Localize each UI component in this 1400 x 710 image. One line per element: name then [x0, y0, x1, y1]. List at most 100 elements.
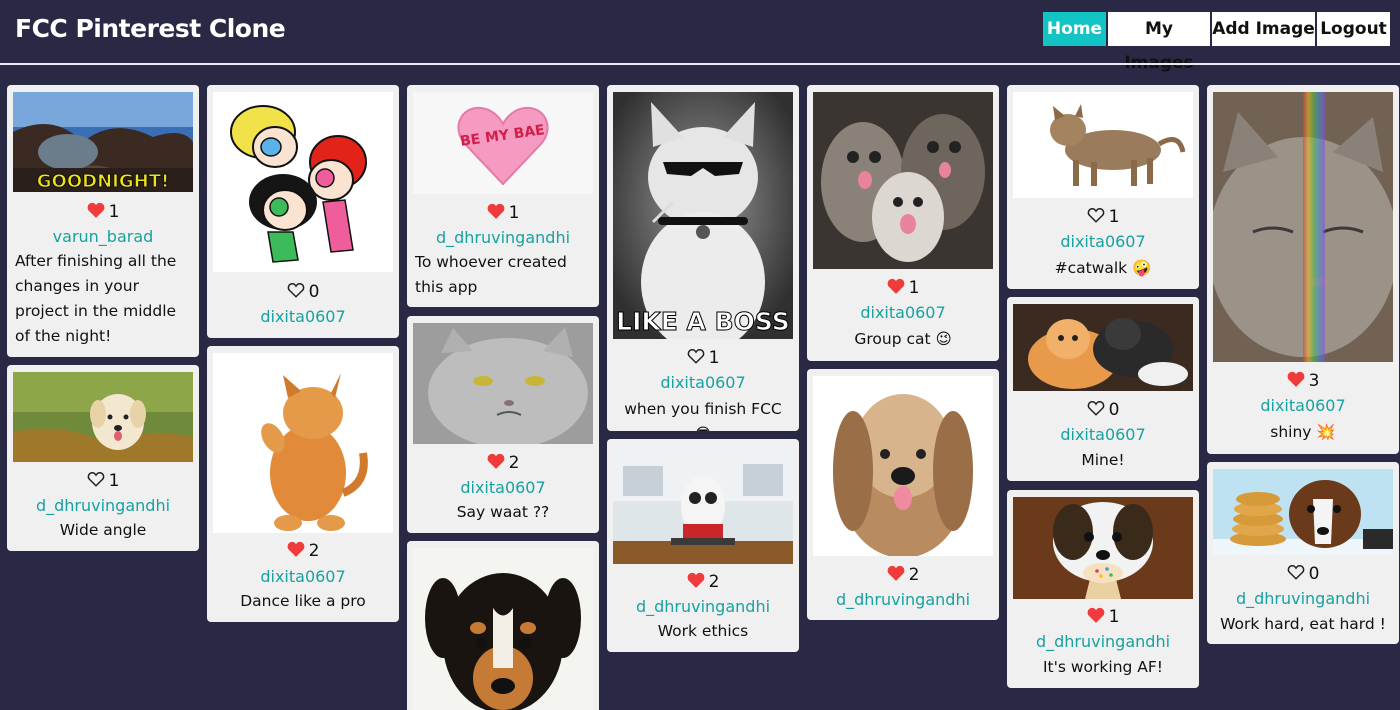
- username-link[interactable]: dixita0607: [1007, 425, 1199, 444]
- image-card[interactable]: 0 dixita0607: [207, 85, 399, 338]
- username-link[interactable]: d_dhruvingandhi: [7, 496, 199, 515]
- nav-add-image-button[interactable]: Add Image: [1212, 12, 1315, 46]
- image-card[interactable]: 1 dixita0607 Group cat 😉: [807, 85, 999, 361]
- image-caption: Mine!: [1081, 451, 1125, 469]
- image-card[interactable]: GOODNIGHT! 1 varun_barad After finishing…: [7, 85, 199, 357]
- heart-outline-icon[interactable]: [287, 282, 305, 298]
- pin-image[interactable]: [413, 323, 593, 444]
- username-link[interactable]: dixita0607: [607, 373, 799, 392]
- pin-image[interactable]: [813, 92, 993, 269]
- username-link[interactable]: d_dhruvingandhi: [807, 590, 999, 609]
- username-link[interactable]: d_dhruvingandhi: [1007, 632, 1199, 651]
- pin-image[interactable]: [13, 372, 193, 462]
- like-count: 1: [1108, 207, 1120, 227]
- image-caption: Work hard, eat hard !: [1220, 615, 1386, 633]
- like-count: 0: [1108, 400, 1120, 420]
- pin-image[interactable]: [1213, 92, 1393, 362]
- image-caption: After finishing all the changes in your …: [15, 252, 177, 345]
- like-counter[interactable]: 2: [207, 541, 399, 561]
- pin-image[interactable]: BE MY BAE: [413, 92, 593, 194]
- heart-filled-icon[interactable]: [887, 565, 905, 581]
- heart-outline-icon[interactable]: [1087, 400, 1105, 416]
- username-link[interactable]: dixita0607: [1207, 396, 1399, 415]
- username-link[interactable]: varun_barad: [7, 227, 199, 246]
- nav-logout-button[interactable]: Logout: [1317, 12, 1390, 46]
- pin-image[interactable]: [1013, 497, 1193, 599]
- username-link[interactable]: dixita0607: [807, 303, 999, 322]
- image-card[interactable]: 1 d_dhruvingandhi Wide angle: [7, 365, 199, 551]
- image-card[interactable]: 1 d_dhruvingandhi It's working AF!: [1007, 490, 1199, 688]
- like-count: 1: [108, 202, 120, 222]
- pin-image[interactable]: GOODNIGHT!: [13, 92, 193, 192]
- heart-filled-icon[interactable]: [1287, 371, 1305, 387]
- pin-image[interactable]: LIKE A BOSS: [613, 92, 793, 339]
- heart-outline-icon[interactable]: [87, 471, 105, 487]
- like-count: 1: [908, 278, 920, 298]
- heart-filled-icon[interactable]: [887, 278, 905, 294]
- like-counter[interactable]: 0: [207, 282, 399, 302]
- heart-outline-icon[interactable]: [1287, 564, 1305, 580]
- nav-my-images-button[interactable]: My Images: [1108, 12, 1210, 73]
- image-card[interactable]: 0 dixita0607 Mine!: [1007, 297, 1199, 481]
- username-link[interactable]: d_dhruvingandhi: [407, 228, 599, 247]
- nav-home-button[interactable]: Home: [1043, 12, 1106, 46]
- like-counter[interactable]: 1: [807, 278, 999, 298]
- pin-image[interactable]: [1213, 469, 1393, 555]
- image-card[interactable]: 2 dixita0607 Say waat ??: [407, 316, 599, 533]
- like-counter[interactable]: 2: [407, 453, 599, 473]
- heart-filled-icon[interactable]: [87, 202, 105, 218]
- username-link[interactable]: d_dhruvingandhi: [607, 597, 799, 616]
- heart-filled-icon[interactable]: [287, 541, 305, 557]
- image-card[interactable]: 1 dixita0607 #catwalk 🤪: [1007, 85, 1199, 289]
- image-caption: when you finish FCC 😎: [624, 400, 782, 431]
- image-card[interactable]: 0 d_dhruvingandhi Work hard, eat hard !: [1207, 462, 1399, 644]
- like-counter[interactable]: 1: [1007, 207, 1199, 227]
- image-card[interactable]: 3 dixita0607 shiny 💥: [1207, 85, 1399, 454]
- svg-text:GOODNIGHT!: GOODNIGHT!: [37, 171, 169, 192]
- like-counter[interactable]: 3: [1207, 371, 1399, 391]
- like-counter[interactable]: 2: [807, 565, 999, 585]
- like-count: 0: [1308, 564, 1320, 584]
- navbar: FCC Pinterest Clone Home My Images Add I…: [0, 0, 1400, 73]
- pin-image[interactable]: [1013, 92, 1193, 198]
- pin-image[interactable]: [613, 446, 793, 564]
- like-counter[interactable]: 0: [1207, 564, 1399, 584]
- like-counter[interactable]: 1: [407, 203, 599, 223]
- like-counter[interactable]: 1: [1007, 607, 1199, 627]
- like-counter[interactable]: 1: [7, 202, 199, 222]
- username-link[interactable]: dixita0607: [207, 307, 399, 326]
- like-count: 3: [1308, 371, 1320, 391]
- image-card[interactable]: 2 dixita0607 Dance like a pro: [207, 346, 399, 622]
- like-count: 1: [108, 471, 120, 491]
- heart-filled-icon[interactable]: [687, 572, 705, 588]
- pin-image[interactable]: [1013, 304, 1193, 391]
- heart-outline-icon[interactable]: [687, 348, 705, 364]
- like-counter[interactable]: 1: [607, 348, 799, 368]
- like-counter[interactable]: 2: [607, 572, 799, 592]
- heart-filled-icon[interactable]: [487, 203, 505, 219]
- heart-outline-icon[interactable]: [1087, 207, 1105, 223]
- image-card[interactable]: [407, 541, 599, 710]
- image-caption: Work ethics: [657, 622, 749, 640]
- image-caption: Say waat ??: [456, 503, 550, 521]
- image-card[interactable]: 2 d_dhruvingandhi Work ethics: [607, 439, 799, 652]
- like-counter[interactable]: 1: [7, 471, 199, 491]
- pin-image[interactable]: [813, 376, 993, 556]
- username-link[interactable]: dixita0607: [207, 567, 399, 586]
- like-counter[interactable]: 0: [1007, 400, 1199, 420]
- pin-image[interactable]: [213, 353, 393, 533]
- image-card[interactable]: BE MY BAE 1 d_dhruvingandhi To whoever c…: [407, 85, 599, 307]
- like-count: 1: [508, 203, 520, 223]
- pin-image[interactable]: [213, 92, 393, 272]
- app-title[interactable]: FCC Pinterest Clone: [15, 14, 286, 43]
- username-link[interactable]: dixita0607: [1007, 232, 1199, 251]
- svg-text:LIKE A BOSS: LIKE A BOSS: [616, 307, 790, 336]
- pin-image[interactable]: [413, 548, 593, 710]
- username-link[interactable]: d_dhruvingandhi: [1207, 589, 1399, 608]
- heart-filled-icon[interactable]: [487, 453, 505, 469]
- image-card[interactable]: 2 d_dhruvingandhi: [807, 369, 999, 620]
- heart-filled-icon[interactable]: [1087, 607, 1105, 623]
- image-caption: Wide angle: [59, 521, 147, 539]
- username-link[interactable]: dixita0607: [407, 478, 599, 497]
- image-card[interactable]: LIKE A BOSS 1 dixita0607 when you finish…: [607, 85, 799, 431]
